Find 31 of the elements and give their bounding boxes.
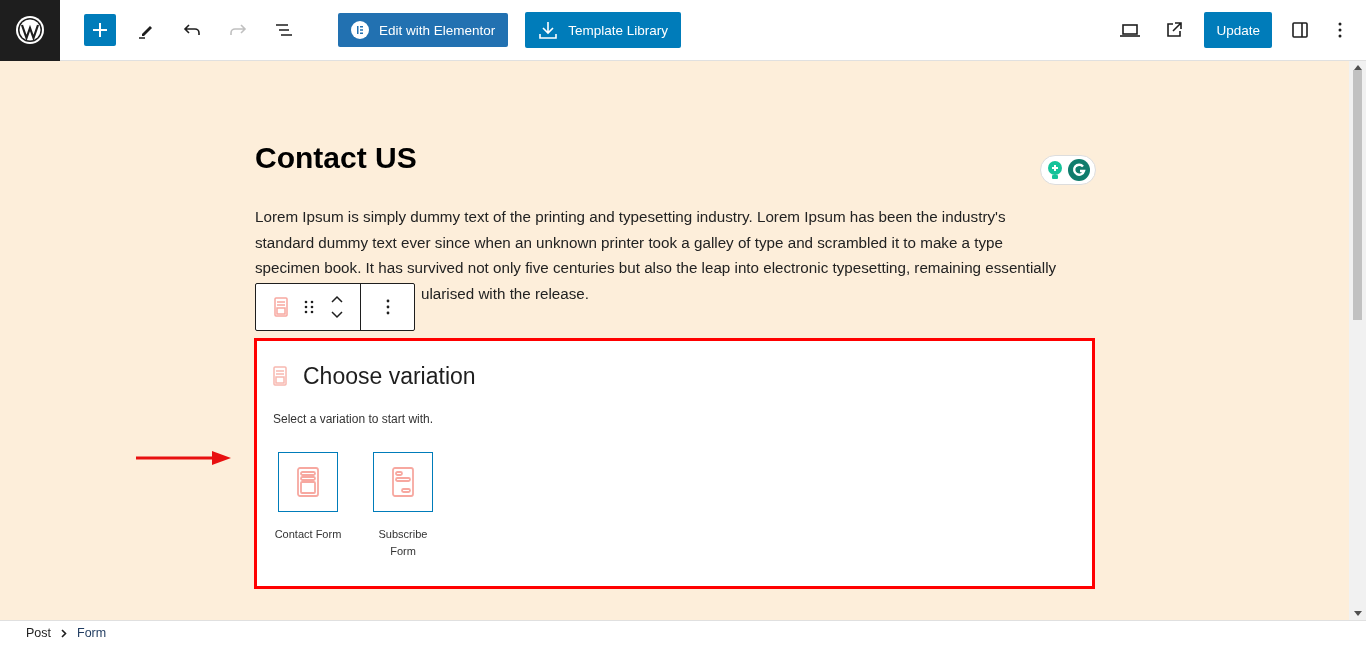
more-options-icon[interactable] bbox=[385, 299, 390, 315]
paragraph-fragment: ularised with the release. bbox=[421, 283, 590, 304]
wordpress-logo[interactable] bbox=[0, 0, 60, 61]
move-up-down-icon[interactable] bbox=[330, 294, 344, 320]
variation-label: Subscribe Form bbox=[377, 526, 429, 559]
variation-label: Contact Form bbox=[273, 526, 343, 542]
edit-with-elementor-button[interactable]: Edit with Elementor bbox=[338, 13, 509, 47]
arrow-icon bbox=[136, 450, 231, 466]
block-title: Choose variation bbox=[303, 362, 476, 390]
elementor-icon bbox=[351, 21, 369, 39]
variation-option[interactable] bbox=[373, 451, 433, 512]
template-library-button[interactable]: Template Library bbox=[525, 12, 682, 48]
drag-handle-icon[interactable] bbox=[304, 300, 314, 314]
scrollbar[interactable] bbox=[1349, 61, 1366, 620]
scrollbar-thumb[interactable] bbox=[1353, 70, 1362, 320]
download-icon bbox=[538, 20, 559, 40]
grammarly-badge[interactable] bbox=[1040, 155, 1096, 185]
scroll-down-icon[interactable] bbox=[1353, 611, 1362, 617]
update-button[interactable]: Update bbox=[1204, 12, 1272, 48]
post-title: Contact US bbox=[255, 140, 417, 176]
plus-icon bbox=[91, 21, 109, 39]
chevron-right-icon bbox=[61, 628, 67, 638]
breadcrumb-link[interactable]: Post bbox=[26, 626, 51, 640]
form-icon bbox=[391, 465, 415, 498]
lightbulb-icon bbox=[1046, 160, 1064, 180]
form-icon bbox=[296, 465, 320, 498]
block-instructions: Select a variation to start with. bbox=[273, 411, 435, 426]
add-block-button[interactable] bbox=[84, 14, 116, 46]
variation-option[interactable] bbox=[278, 451, 338, 512]
breadcrumb-link[interactable]: Form bbox=[77, 626, 107, 640]
form-icon bbox=[273, 366, 287, 386]
